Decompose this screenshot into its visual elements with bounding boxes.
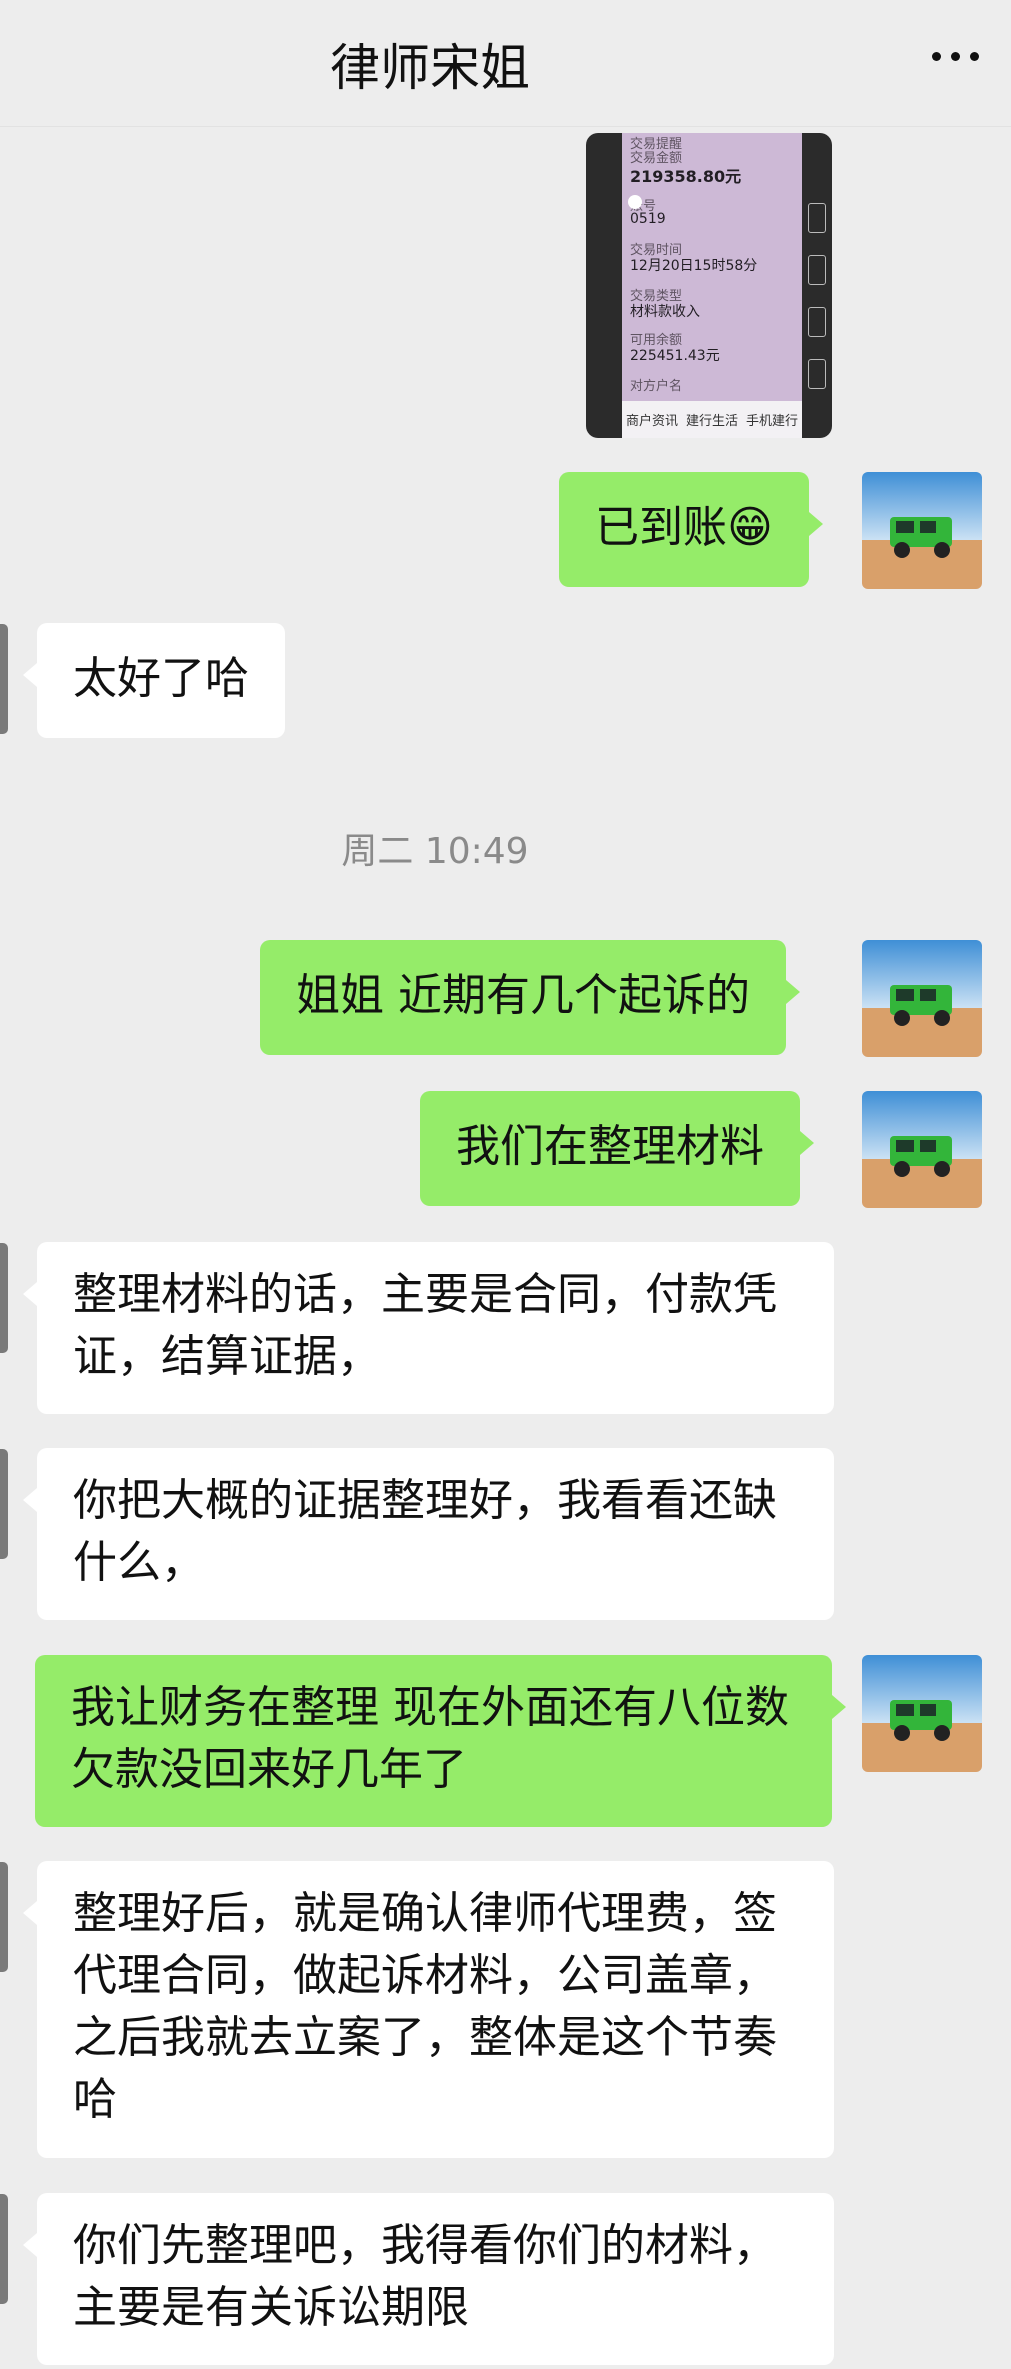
message-bubble-sent[interactable]: 已到账😁	[559, 472, 823, 587]
message-bubble-received[interactable]: 整理材料的话，主要是合同，付款凭证，结算证据，	[23, 1242, 834, 1414]
message-bubble-sent[interactable]: 我们在整理材料	[420, 1091, 814, 1206]
timestamp: 周二 10:49	[341, 831, 529, 872]
message-bubble-sent[interactable]: 我让财务在整理 现在外面还有八位数欠款没回来好几年了	[35, 1655, 846, 1827]
grin-emoji-icon: 😁	[727, 502, 773, 553]
side-icons	[808, 203, 828, 403]
chat-header: 律师宋姐	[0, 0, 1011, 127]
tab-merchant-info: 商户资讯	[625, 414, 678, 429]
bank-notification-screen: 交易提醒 交易金额 219358.80元 账号 0519 交易时间 12月20日…	[622, 133, 802, 438]
left-edge-marker	[0, 2194, 8, 2304]
message-bubble-sent[interactable]: 姐姐 近期有几个起诉的	[260, 940, 800, 1055]
chat-title: 律师宋姐	[330, 39, 530, 97]
image-message[interactable]: 交易提醒 交易金额 219358.80元 账号 0519 交易时间 12月20日…	[586, 133, 832, 438]
left-edge-marker	[0, 1862, 8, 1972]
user-avatar[interactable]	[862, 940, 982, 1057]
message-bubble-received[interactable]: 太好了哈	[23, 623, 285, 738]
tab-mobile-ccb: 手机建行	[745, 414, 798, 429]
left-edge-marker	[0, 624, 8, 734]
user-avatar[interactable]	[862, 472, 982, 589]
message-bubble-received[interactable]: 你们先整理吧，我得看你们的材料，主要是有关诉讼期限	[23, 2193, 834, 2365]
left-edge-marker	[0, 1243, 8, 1353]
tab-ccb-life: 建行生活	[685, 414, 738, 429]
touch-indicator	[628, 195, 642, 209]
bank-tab-bar: 商户资讯 建行生活 手机建行	[622, 401, 802, 438]
user-avatar[interactable]	[862, 1655, 982, 1772]
user-avatar[interactable]	[862, 1091, 982, 1208]
left-edge-marker	[0, 1449, 8, 1559]
more-options-icon[interactable]	[932, 52, 979, 61]
message-bubble-received[interactable]: 你把大概的证据整理好，我看看还缺什么，	[23, 1448, 834, 1620]
message-bubble-received[interactable]: 整理好后，就是确认律师代理费，签代理合同，做起诉材料，公司盖章，之后我就去立案了…	[23, 1861, 834, 2158]
